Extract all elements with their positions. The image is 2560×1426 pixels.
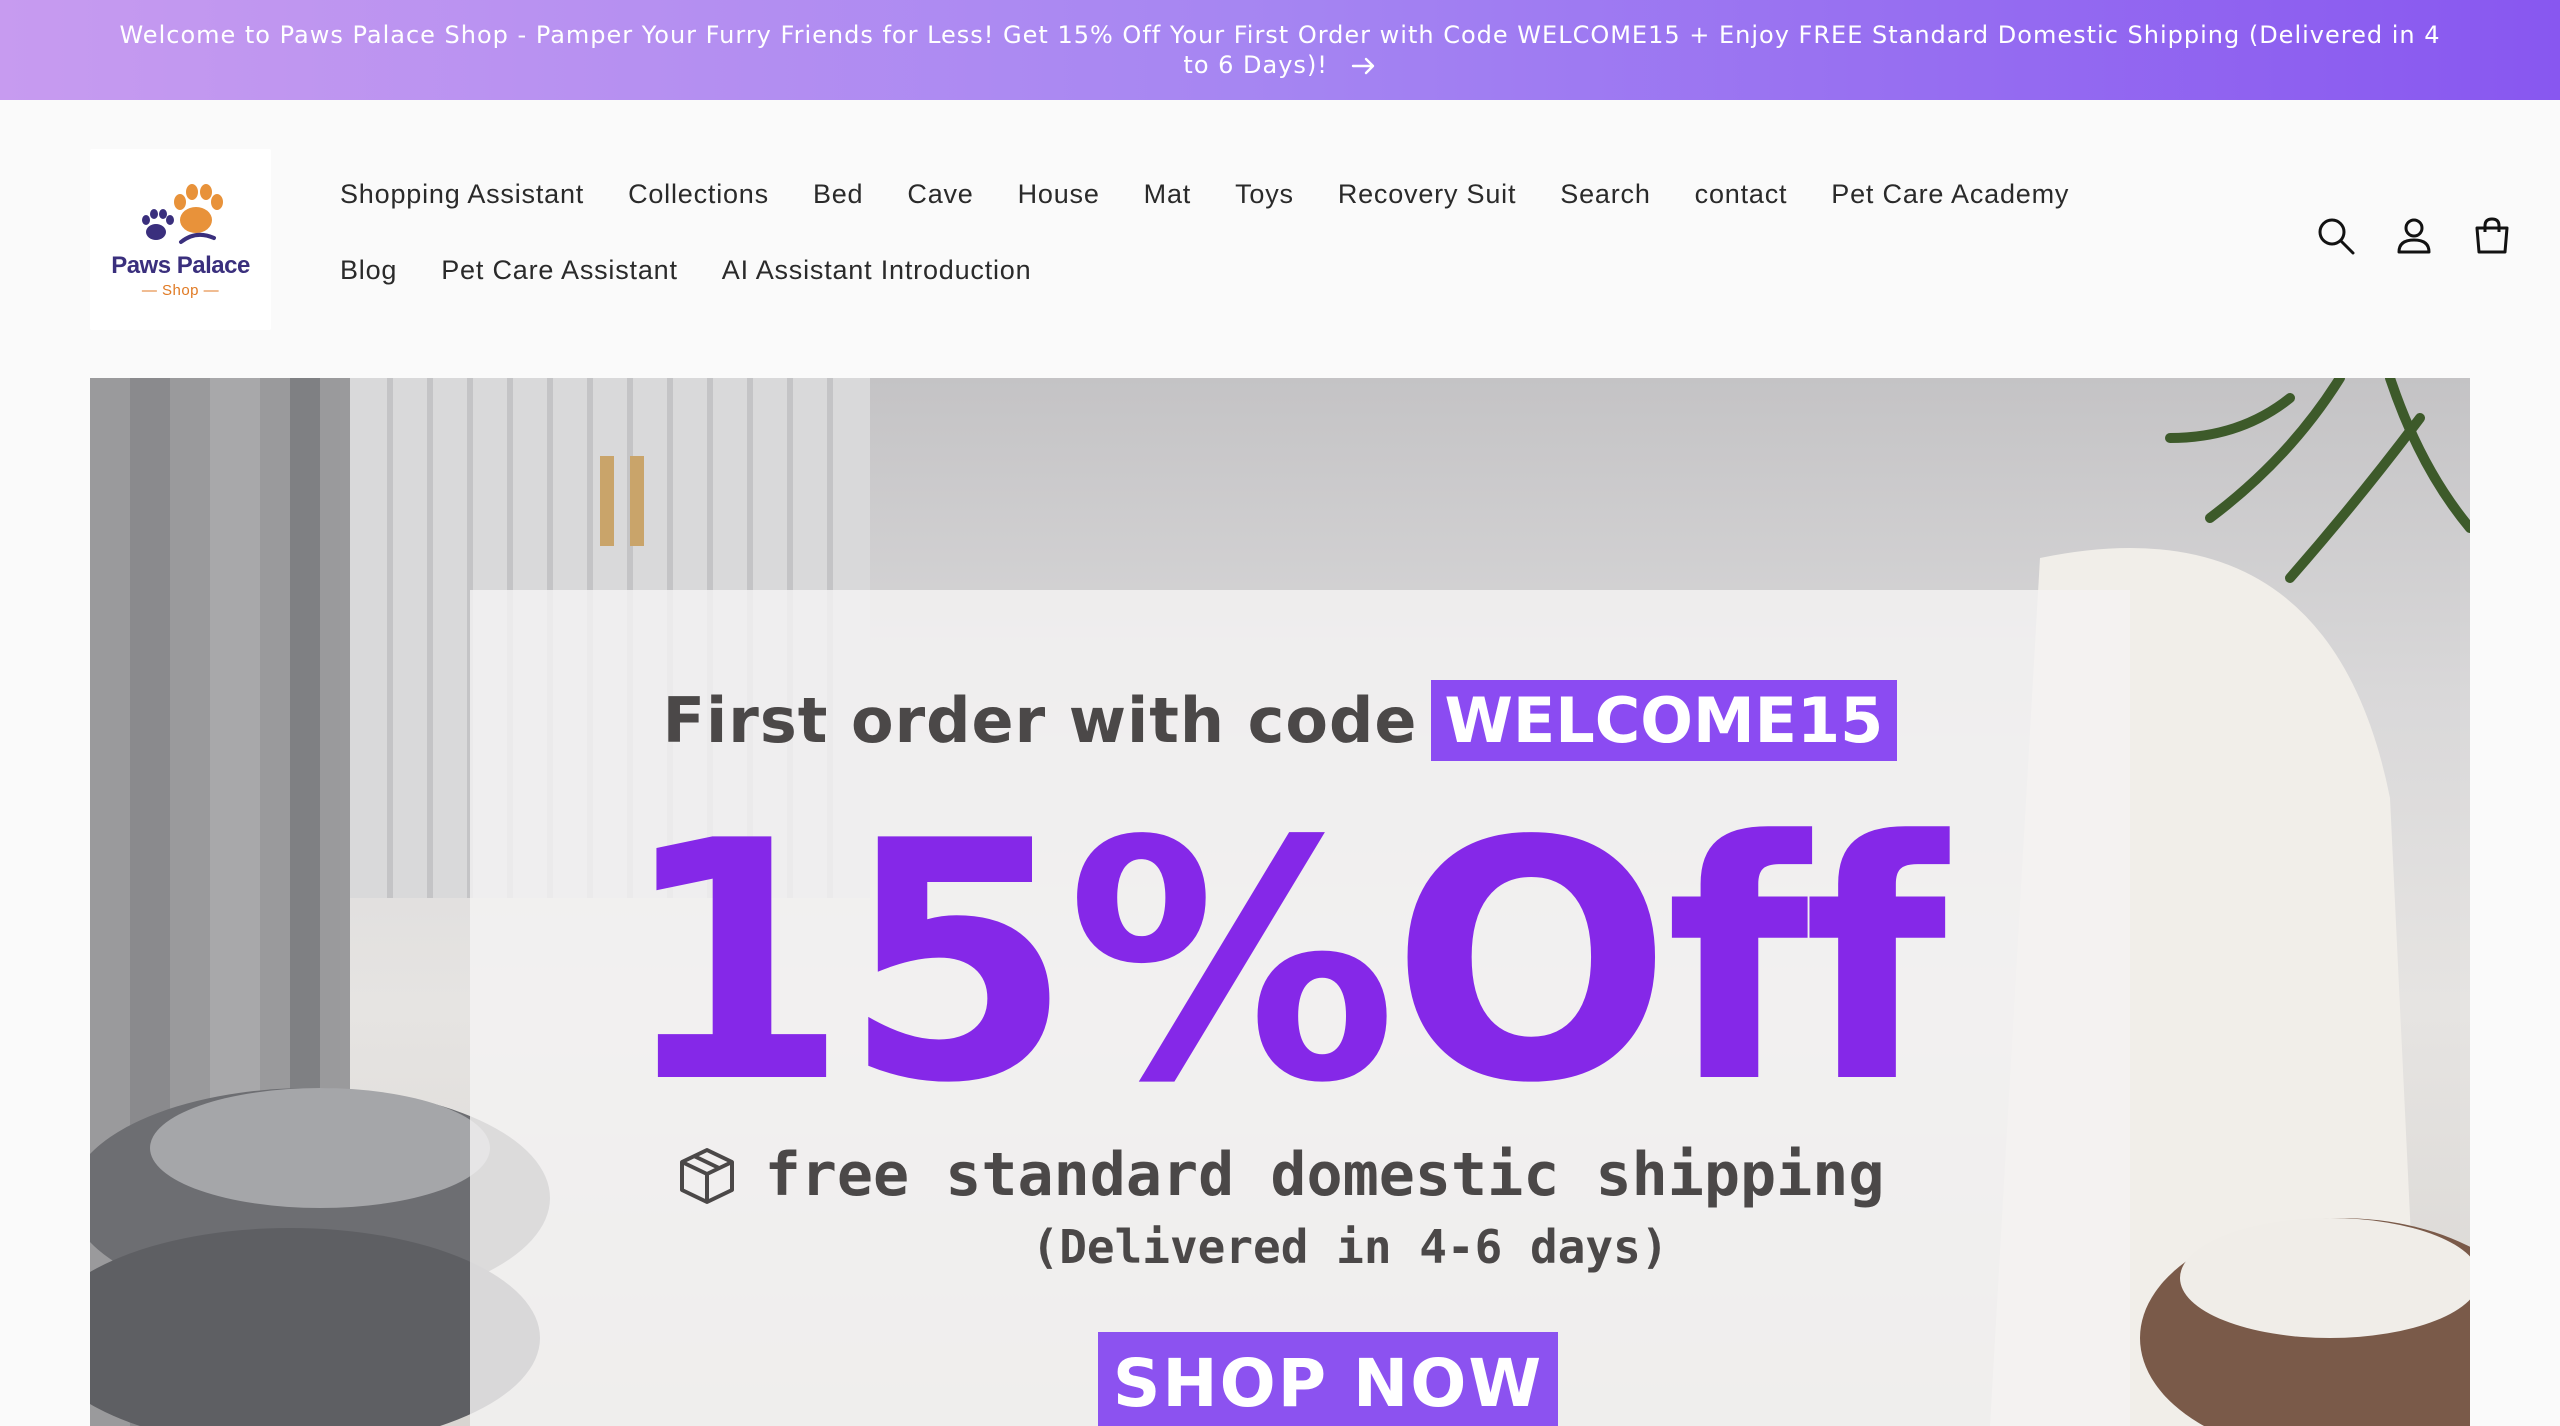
- logo-subtitle: — Shop —: [141, 282, 220, 299]
- nav-item-recovery-suit[interactable]: Recovery Suit: [1316, 170, 1538, 218]
- logo-name: Paws Palace: [111, 252, 250, 279]
- cart-icon[interactable]: [2472, 216, 2512, 256]
- promo-shipping-text: free standard domestic shipping: [764, 1140, 1885, 1210]
- nav-item-shopping-assistant[interactable]: Shopping Assistant: [318, 170, 606, 218]
- paw-logo-icon: [141, 184, 223, 244]
- nav-item-blog[interactable]: Blog: [318, 246, 419, 294]
- promo-first-order: First order with code WELCOME15: [90, 680, 2470, 761]
- nav-item-mat[interactable]: Mat: [1122, 170, 1213, 218]
- announcement-text-wrap: Welcome to Paws Palace Shop - Pamper You…: [115, 20, 2445, 80]
- nav-item-cave[interactable]: Cave: [885, 170, 995, 218]
- announcement-bar[interactable]: Welcome to Paws Palace Shop - Pamper You…: [0, 0, 2560, 100]
- nav-item-contact[interactable]: contact: [1673, 170, 1810, 218]
- nav-item-search[interactable]: Search: [1538, 170, 1672, 218]
- logo[interactable]: Paws Palace — Shop —: [90, 149, 271, 330]
- header-icons: [2316, 216, 2512, 256]
- nav-item-house[interactable]: House: [996, 170, 1122, 218]
- promo-discount: 15%Off: [619, 771, 1947, 1155]
- nav-item-collections[interactable]: Collections: [606, 170, 791, 218]
- promo-first-order-text: First order with code: [662, 684, 1418, 757]
- hero-banner[interactable]: First order with code WELCOME15 15%Off f…: [90, 378, 2470, 1426]
- nav-item-pet-care-assistant[interactable]: Pet Care Assistant: [419, 246, 700, 294]
- announcement-text: Welcome to Paws Palace Shop - Pamper You…: [119, 21, 2441, 79]
- site-header: Paws Palace — Shop — Shopping Assistant …: [0, 100, 2560, 376]
- search-icon[interactable]: [2316, 216, 2356, 256]
- main-navigation: Shopping Assistant Collections Bed Cave …: [318, 170, 2178, 294]
- nav-item-pet-care-academy[interactable]: Pet Care Academy: [1809, 170, 2091, 218]
- nav-item-bed[interactable]: Bed: [791, 170, 885, 218]
- shop-now-button[interactable]: SHOP NOW: [1098, 1332, 1558, 1426]
- promo-delivery-text: (Delivered in 4-6 days): [1031, 1220, 1669, 1274]
- account-icon[interactable]: [2394, 216, 2434, 256]
- promo-shipping: free standard domestic shipping: [90, 1140, 2470, 1210]
- promo-code-badge: WELCOME15: [1430, 680, 1898, 761]
- nav-item-toys[interactable]: Toys: [1213, 170, 1316, 218]
- arrow-right-icon[interactable]: [1351, 56, 1377, 76]
- package-box-icon: [679, 1148, 734, 1204]
- nav-item-ai-assistant-introduction[interactable]: AI Assistant Introduction: [700, 246, 1054, 294]
